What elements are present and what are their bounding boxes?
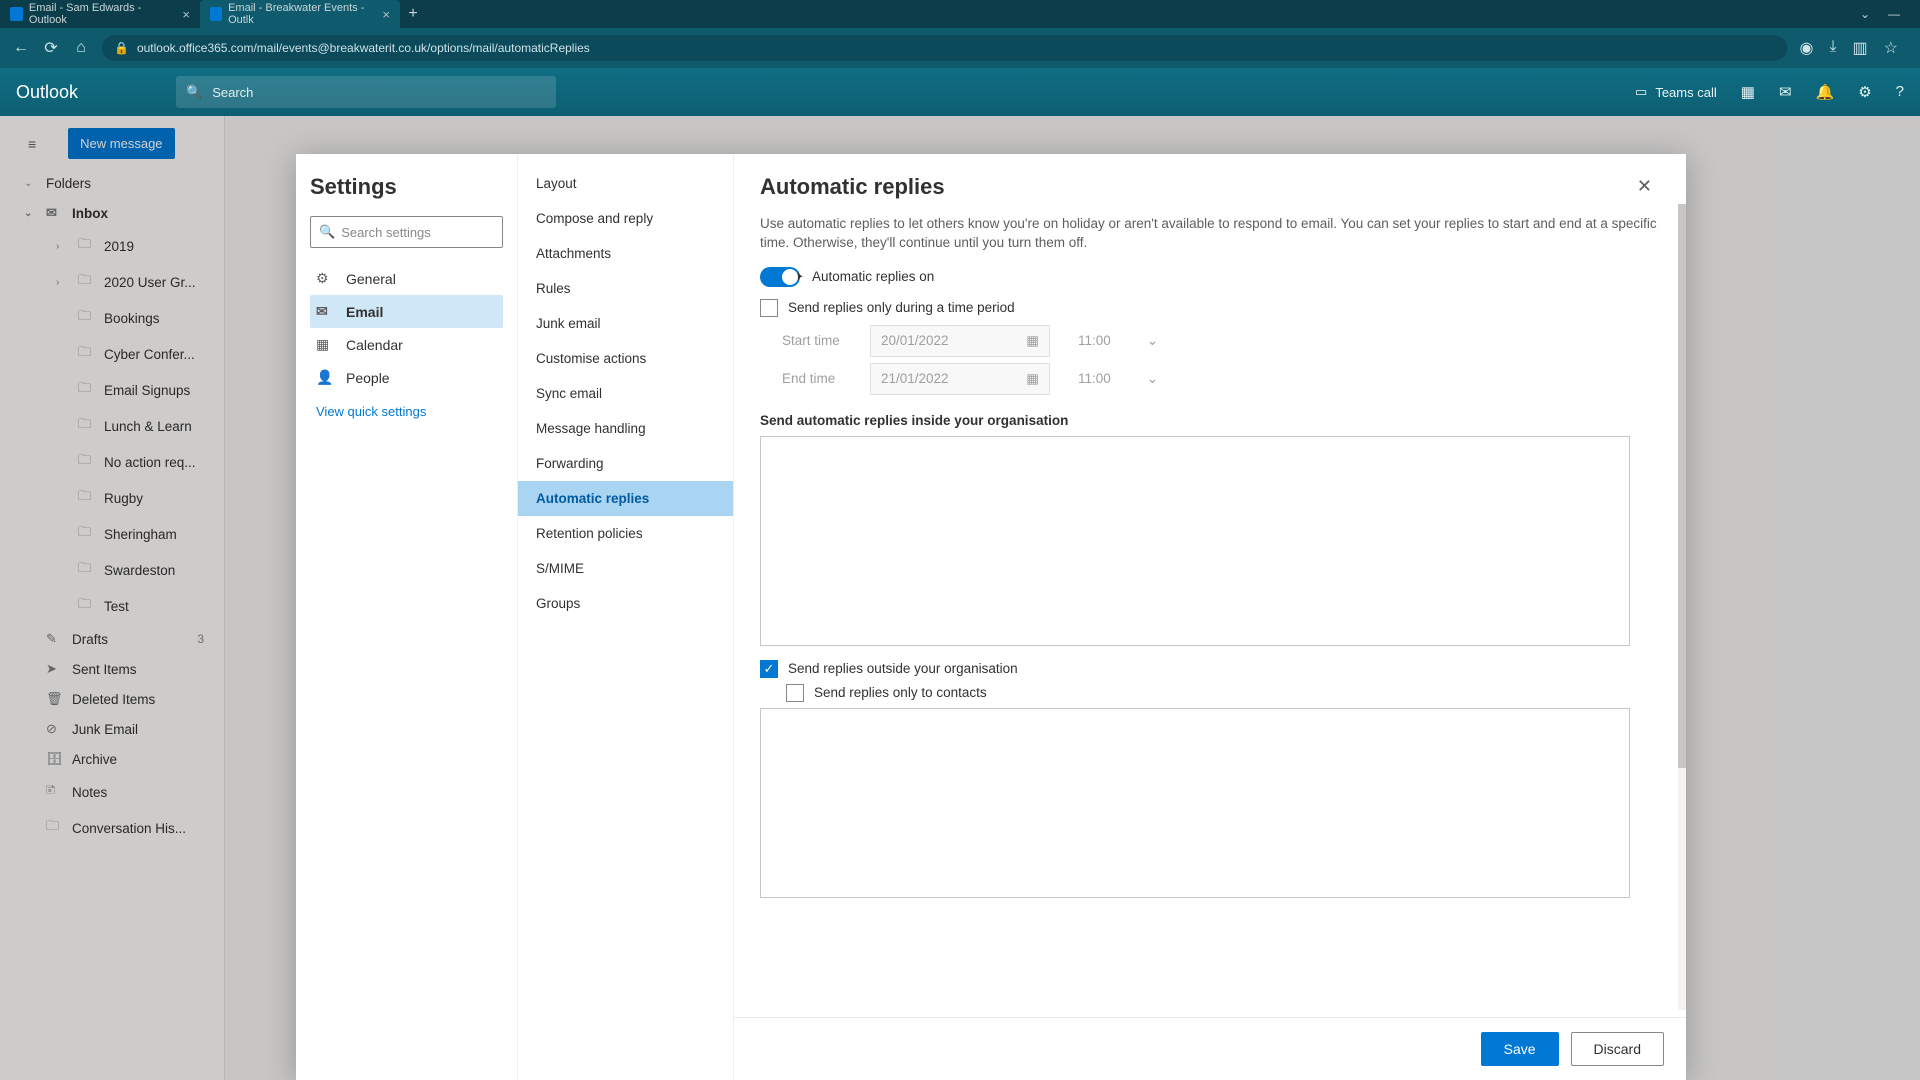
sub-layout[interactable]: Layout	[518, 166, 733, 201]
outside-label: Send replies outside your organisation	[788, 661, 1018, 676]
url-text: outlook.office365.com/mail/events@breakw…	[137, 41, 590, 55]
category-email[interactable]: ✉Email	[310, 295, 503, 328]
search-icon: 🔍	[319, 224, 335, 240]
browser-tab-2[interactable]: Email - Breakwater Events - Outlk ×	[200, 0, 400, 28]
calendar-icon: ▦	[1026, 371, 1039, 387]
cursor-icon: ✦	[793, 269, 804, 285]
contacts-only-label: Send replies only to contacts	[814, 685, 987, 700]
gear-icon[interactable]: ⚙	[1858, 83, 1871, 101]
end-date-input[interactable]: 21/01/2022 ▦	[870, 363, 1050, 395]
scrollbar[interactable]	[1678, 204, 1686, 1010]
category-calendar[interactable]: ▦Calendar	[310, 328, 503, 361]
search-placeholder: Search	[212, 85, 253, 100]
start-time-label: Start time	[782, 333, 852, 348]
install-icon[interactable]: ⤓	[1829, 38, 1836, 58]
category-general[interactable]: ⚙General	[310, 262, 503, 295]
sub-automatic-replies[interactable]: Automatic replies	[518, 481, 733, 516]
new-tab-button[interactable]: +	[400, 0, 426, 28]
settings-subcategories: Layout Compose and reply Attachments Rul…	[518, 154, 734, 1080]
mail-icon: ✉	[316, 303, 334, 320]
search-icon: 🔍	[186, 84, 202, 100]
video-icon: ▭	[1635, 84, 1647, 100]
eye-icon[interactable]: ◉	[1799, 38, 1813, 58]
sub-forwarding[interactable]: Forwarding	[518, 446, 733, 481]
reload-icon[interactable]: ⟳	[42, 38, 60, 58]
panel-title: Automatic replies	[760, 174, 945, 200]
toggle-label: Automatic replies on	[812, 269, 934, 284]
address-bar-row: ← ⟳ ⌂ 🔒 outlook.office365.com/mail/event…	[0, 28, 1920, 68]
sub-message-handling[interactable]: Message handling	[518, 411, 733, 446]
settings-search-input[interactable]: 🔍 Search settings	[310, 216, 503, 248]
close-icon[interactable]: ×	[382, 7, 390, 22]
minimize-icon[interactable]: —	[1888, 7, 1900, 21]
save-button[interactable]: Save	[1481, 1032, 1559, 1066]
time-period-checkbox[interactable]	[760, 299, 778, 317]
sub-sync[interactable]: Sync email	[518, 376, 733, 411]
calendar-icon: ▦	[316, 336, 334, 353]
close-icon[interactable]: ✕	[1629, 172, 1660, 201]
teams-call-button[interactable]: ▭ Teams call	[1635, 84, 1717, 100]
outlook-favicon-icon	[10, 7, 23, 21]
bell-icon[interactable]: 🔔	[1816, 83, 1835, 101]
start-time-select[interactable]: 11:00 ⌄	[1068, 325, 1168, 357]
close-icon[interactable]: ×	[182, 7, 190, 22]
reader-icon[interactable]: ▥	[1853, 38, 1868, 58]
sub-compose[interactable]: Compose and reply	[518, 201, 733, 236]
sub-smime[interactable]: S/MIME	[518, 551, 733, 586]
contacts-only-checkbox[interactable]	[786, 684, 804, 702]
browser-tab-1[interactable]: Email - Sam Edwards - Outlook ×	[0, 0, 200, 28]
outside-reply-editor[interactable]	[760, 708, 1630, 898]
time-period-label: Send replies only during a time period	[788, 300, 1015, 315]
calendar-icon: ▦	[1026, 333, 1039, 349]
sub-junk[interactable]: Junk email	[518, 306, 733, 341]
mail-icon[interactable]: ✉	[1779, 83, 1792, 101]
gear-icon: ⚙	[316, 270, 334, 287]
settings-detail-panel: Automatic replies ✕ Use automatic replie…	[734, 154, 1686, 1080]
view-quick-settings-link[interactable]: View quick settings	[310, 394, 432, 429]
chevron-down-icon: ⌄	[1147, 333, 1158, 349]
panel-description: Use automatic replies to let others know…	[760, 215, 1660, 253]
settings-title: Settings	[310, 174, 503, 200]
tab-title: Email - Sam Edwards - Outlook	[29, 2, 171, 26]
inside-reply-editor[interactable]	[760, 436, 1630, 646]
sub-groups[interactable]: Groups	[518, 586, 733, 621]
category-people[interactable]: 👤People	[310, 361, 503, 394]
sub-attachments[interactable]: Attachments	[518, 236, 733, 271]
automatic-replies-toggle[interactable]: ✦	[760, 267, 800, 287]
people-icon: 👤	[316, 369, 334, 386]
settings-modal: Settings 🔍 Search settings ⚙General ✉Ema…	[296, 154, 1686, 1080]
settings-categories: Settings 🔍 Search settings ⚙General ✉Ema…	[296, 154, 518, 1080]
tab-title: Email - Breakwater Events - Outlk	[228, 2, 370, 26]
star-icon[interactable]: ☆	[1884, 38, 1898, 58]
search-input[interactable]: 🔍 Search	[176, 76, 556, 108]
outlook-brand: Outlook	[16, 82, 176, 103]
sub-rules[interactable]: Rules	[518, 271, 733, 306]
sub-customise[interactable]: Customise actions	[518, 341, 733, 376]
discard-button[interactable]: Discard	[1571, 1032, 1664, 1066]
chevron-down-icon[interactable]: ⌄	[1860, 7, 1870, 21]
lock-icon: 🔒	[114, 41, 129, 55]
end-time-label: End time	[782, 371, 852, 386]
calendar-icon[interactable]: ▦	[1741, 83, 1755, 101]
outlook-header: Outlook 🔍 Search ▭ Teams call ▦ ✉ 🔔 ⚙ ?	[0, 68, 1920, 116]
outside-replies-checkbox[interactable]: ✓	[760, 660, 778, 678]
help-icon[interactable]: ?	[1896, 83, 1904, 101]
back-icon[interactable]: ←	[12, 39, 30, 57]
chevron-down-icon: ⌄	[1147, 371, 1158, 387]
address-bar[interactable]: 🔒 outlook.office365.com/mail/events@brea…	[102, 35, 1787, 61]
start-date-input[interactable]: 20/01/2022 ▦	[870, 325, 1050, 357]
home-icon[interactable]: ⌂	[72, 39, 90, 57]
outlook-favicon-icon	[210, 7, 222, 21]
end-time-select[interactable]: 11:00 ⌄	[1068, 363, 1168, 395]
inside-org-label: Send automatic replies inside your organ…	[760, 413, 1660, 428]
panel-footer: Save Discard	[734, 1017, 1686, 1080]
browser-tabstrip: Email - Sam Edwards - Outlook × Email - …	[0, 0, 1920, 28]
sub-retention[interactable]: Retention policies	[518, 516, 733, 551]
